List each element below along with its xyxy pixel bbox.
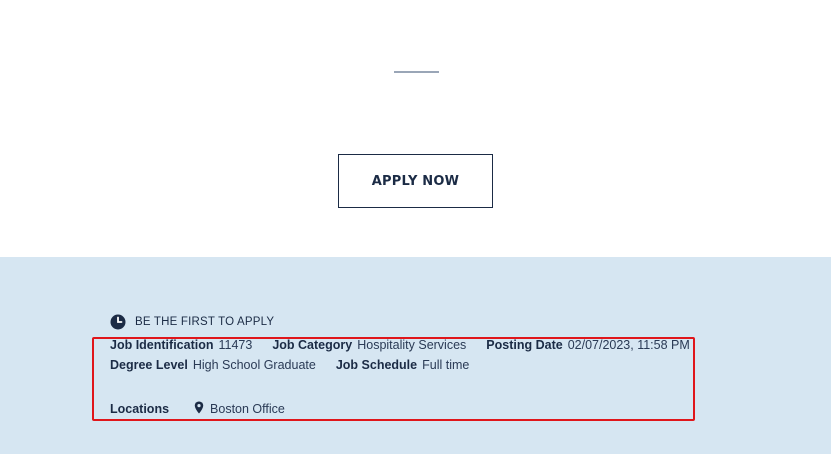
job-id-value: 11473 [218, 338, 253, 352]
degree-level-value: High School Graduate [192, 358, 316, 372]
clock-icon [110, 314, 126, 330]
top-section: APPLY NOW [0, 0, 831, 257]
location-value[interactable]: Boston Office [210, 402, 285, 416]
divider-line [394, 71, 439, 73]
details-row-1: Job Identification 11473 Job Category Ho… [110, 338, 690, 352]
degree-level-label: Degree Level [110, 358, 188, 372]
job-category-value: Hospitality Services [357, 338, 467, 352]
job-id-label: Job Identification [110, 338, 214, 352]
posting-date-value: 02/07/2023, 11:58 PM [567, 338, 690, 352]
details-row-locations: Locations Boston Office [110, 400, 285, 416]
apply-now-button[interactable]: APPLY NOW [338, 154, 493, 208]
details-row-2: Degree Level High School Graduate Job Sc… [110, 358, 469, 372]
job-category-label: Job Category [272, 338, 353, 352]
locations-label: Locations [110, 402, 170, 416]
posting-date-label: Posting Date [486, 338, 563, 352]
first-to-apply-banner: BE THE FIRST TO APPLY [110, 313, 274, 331]
map-pin-icon [194, 401, 204, 414]
job-schedule-label: Job Schedule [335, 358, 418, 372]
first-to-apply-label: BE THE FIRST TO APPLY [135, 316, 275, 328]
job-schedule-value: Full time [422, 358, 470, 372]
